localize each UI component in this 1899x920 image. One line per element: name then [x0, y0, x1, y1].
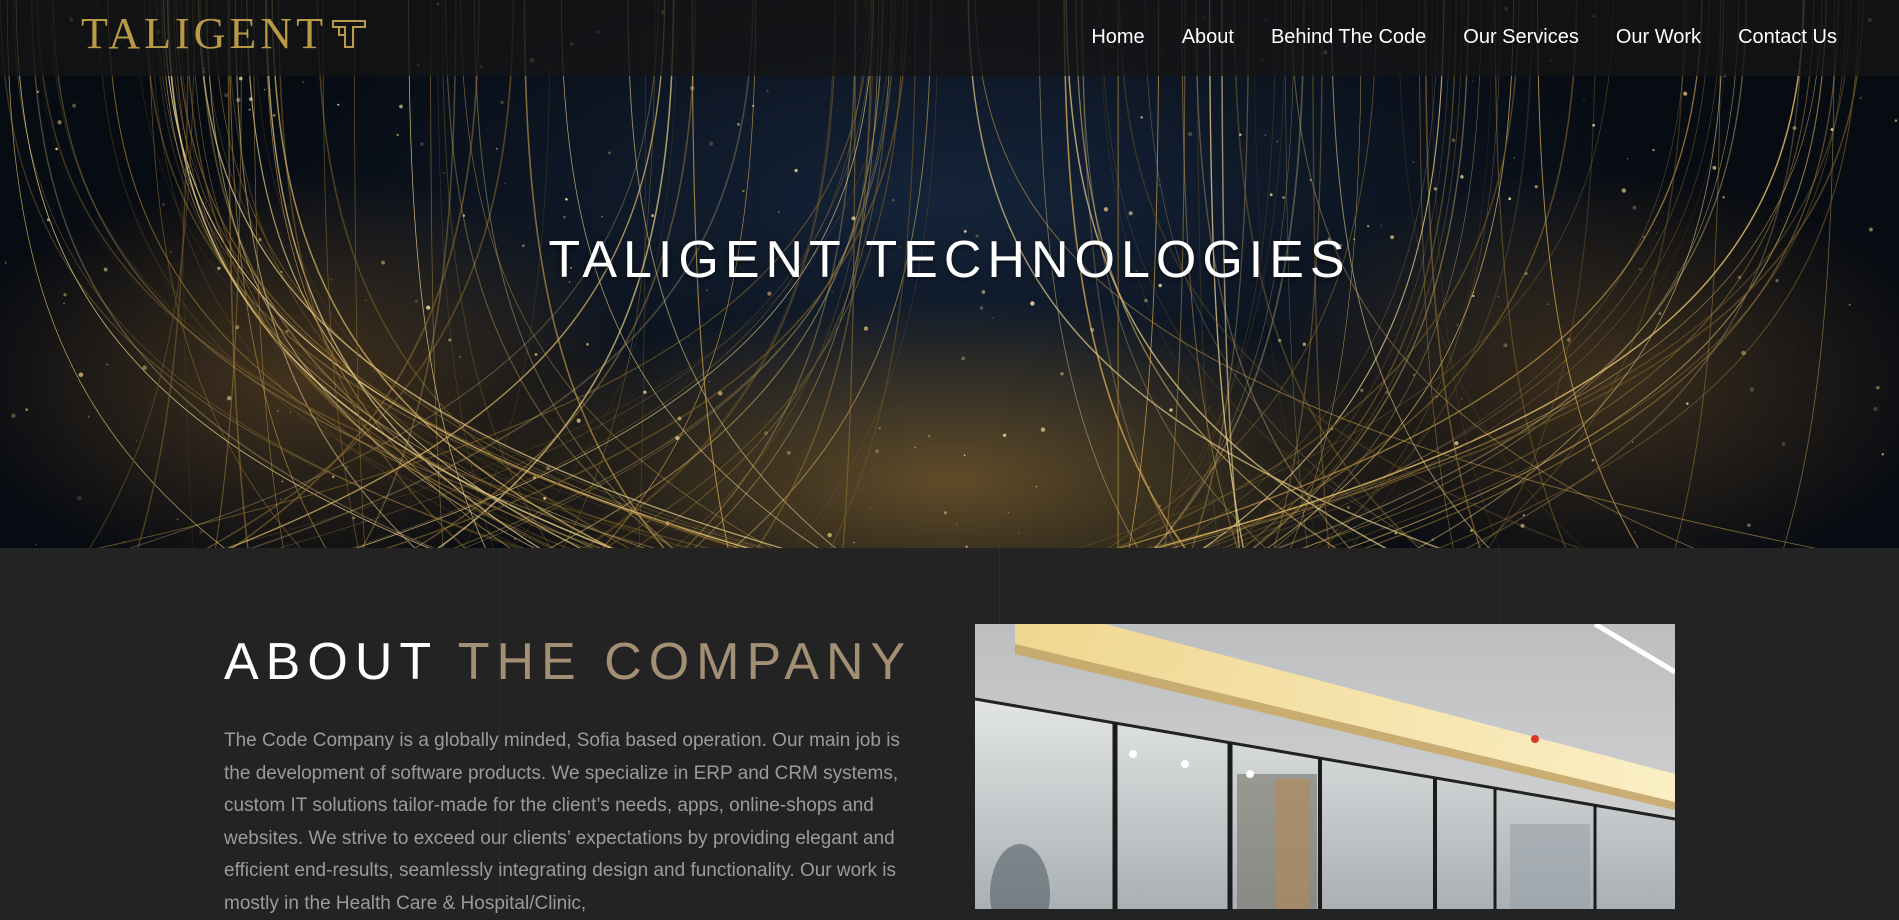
nav-about[interactable]: About	[1182, 26, 1234, 49]
about-section: ABOUT THE COMPANY The Code Company is a …	[0, 548, 1899, 914]
nav-home[interactable]: Home	[1091, 26, 1144, 49]
nav-our-work[interactable]: Our Work	[1616, 26, 1701, 49]
about-heading-primary: ABOUT	[224, 633, 438, 691]
navbar: TALIGENT Home About Behind The Code Our …	[0, 0, 1899, 76]
nav-our-services[interactable]: Our Services	[1463, 26, 1579, 49]
hero-title: TALIGENT TECHNOLOGIES	[548, 231, 1351, 289]
logo-text: TALIGENT	[81, 8, 327, 58]
nav-contact-us[interactable]: Contact Us	[1738, 26, 1837, 49]
hero-banner: TALIGENT TECHNOLOGIES	[0, 0, 1899, 548]
nav-behind-the-code[interactable]: Behind The Code	[1271, 26, 1426, 49]
office-photo	[975, 624, 1675, 909]
office-photo-image	[975, 624, 1675, 909]
main-nav: Home About Behind The Code Our Services …	[1054, 26, 1837, 49]
about-heading-accent: THE COMPANY	[457, 633, 913, 691]
about-description: The Code Company is a globally minded, S…	[224, 730, 900, 914]
logo-mark-icon	[331, 20, 366, 48]
logo[interactable]: TALIGENT	[81, 8, 367, 58]
about-heading: ABOUT THE COMPANY	[224, 632, 912, 692]
